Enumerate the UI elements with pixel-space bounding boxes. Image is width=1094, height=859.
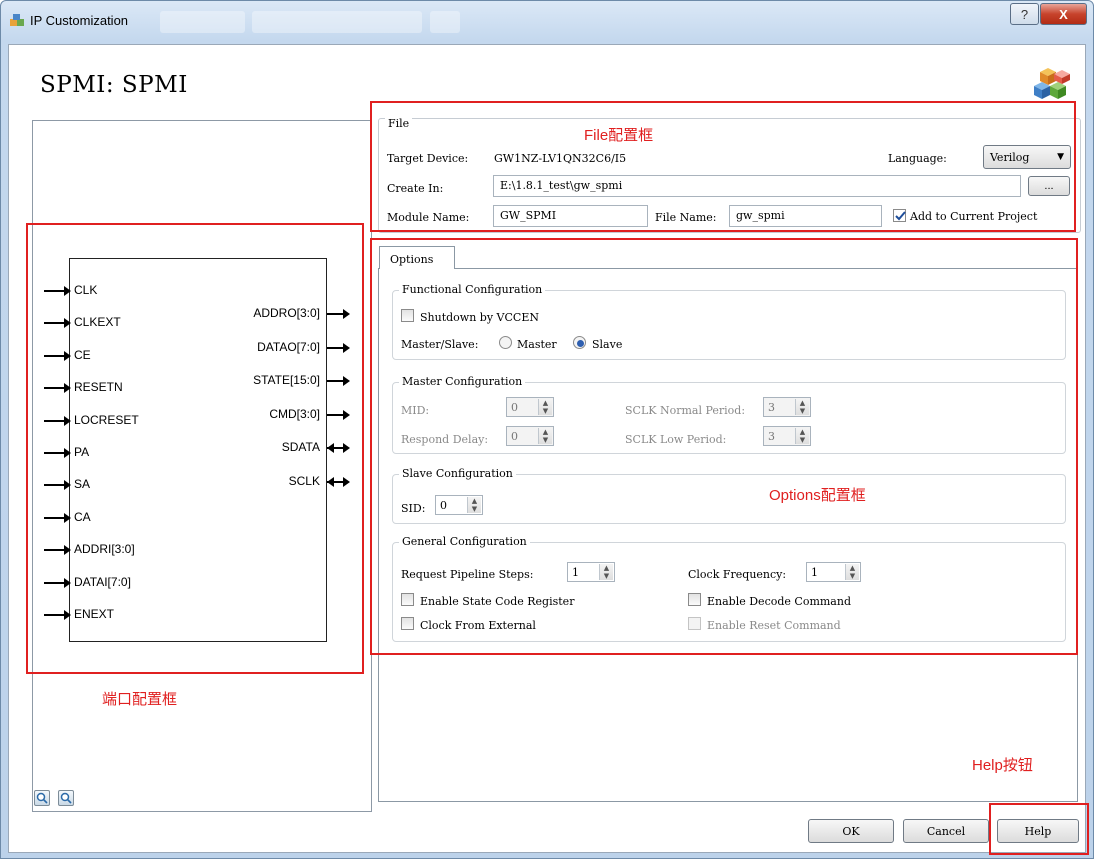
zoom-out-icon [60,792,72,804]
options-annotation-box [370,238,1078,655]
window-title: IP Customization [30,13,129,28]
help-annotation-box [989,803,1089,855]
zoom-out-button[interactable] [58,790,74,806]
port-annotation-label: 端口配置框 [102,691,178,708]
close-icon: X [1059,6,1068,22]
background-tab-ghost [430,11,460,33]
ok-button[interactable]: OK [808,819,894,843]
ip-customization-icon [10,14,24,26]
zoom-in-icon [36,792,48,804]
options-annotation-label: Options配置框 [769,487,866,504]
file-annotation-box [370,101,1076,232]
file-annotation-label: File配置框 [584,127,654,144]
help-icon: ? [1020,6,1029,22]
background-tab-ghost [160,11,245,33]
window-close-button[interactable]: X [1040,3,1087,25]
window-help-button[interactable]: ? [1010,3,1039,25]
title-bar: IP Customization ? X [0,0,1094,42]
ip-cube-icon [1034,68,1070,99]
help-annotation-label: Help按钮 [972,757,1033,774]
background-tab-ghost [252,11,422,33]
page-title: SPMI: SPMI [40,72,188,98]
cancel-button[interactable]: Cancel [903,819,989,843]
zoom-in-button[interactable] [34,790,50,806]
port-annotation-box [26,223,364,674]
